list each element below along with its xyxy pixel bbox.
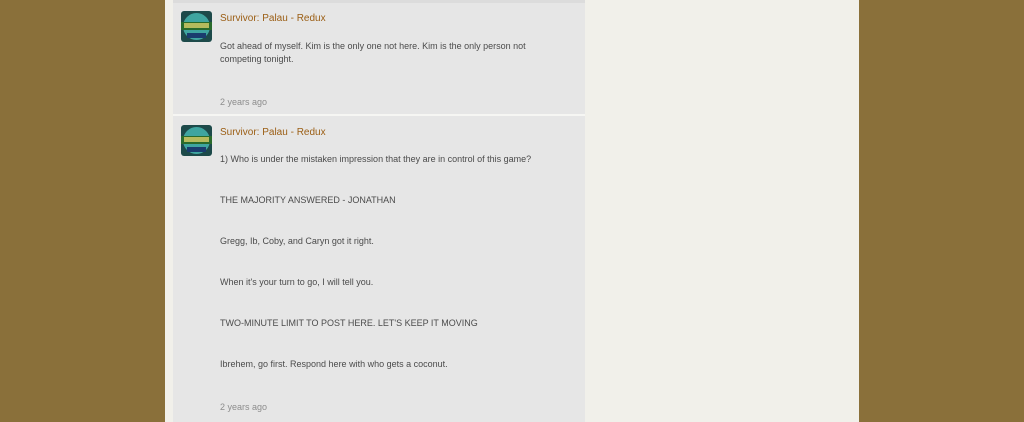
comment-text-line: THE MAJORITY ANSWERED - JONATHAN [220, 195, 396, 205]
logo-text [184, 23, 209, 28]
author-link[interactable]: Survivor: Palau - Redux [220, 127, 326, 138]
author-link[interactable]: Survivor: Palau - Redux [220, 13, 326, 24]
comment-feed: Survivor: Palau - Redux Got ahead of mys… [173, 0, 585, 422]
comment-text-line: Got ahead of myself. Kim is the only one… [220, 41, 526, 51]
post-timestamp[interactable]: 2 years ago [220, 97, 267, 107]
comment-text-line: 1) Who is under the mistaken impression … [220, 154, 532, 164]
avatar[interactable] [181, 11, 212, 42]
logo-base [187, 147, 206, 152]
avatar[interactable] [181, 125, 212, 156]
comment-post: Survivor: Palau - Redux 1) Who is under … [173, 116, 585, 422]
logo-base [187, 33, 206, 38]
page-content: Survivor: Palau - Redux Got ahead of mys… [165, 0, 859, 422]
comment-text-line: TWO-MINUTE LIMIT TO POST HERE. LET'S KEE… [220, 318, 478, 328]
comment-text-line: When it's your turn to go, I will tell y… [220, 277, 374, 287]
post-timestamp[interactable]: 2 years ago [220, 402, 267, 412]
comment-text-line: Gregg, Ib, Coby, and Caryn got it right. [220, 236, 374, 246]
comment-post: Survivor: Palau - Redux Got ahead of mys… [173, 3, 585, 114]
comment-text-line: competing tonight. [220, 54, 294, 64]
comment-text-line: Ibrehem, go first. Respond here with who… [220, 359, 448, 369]
logo-text [184, 137, 209, 142]
